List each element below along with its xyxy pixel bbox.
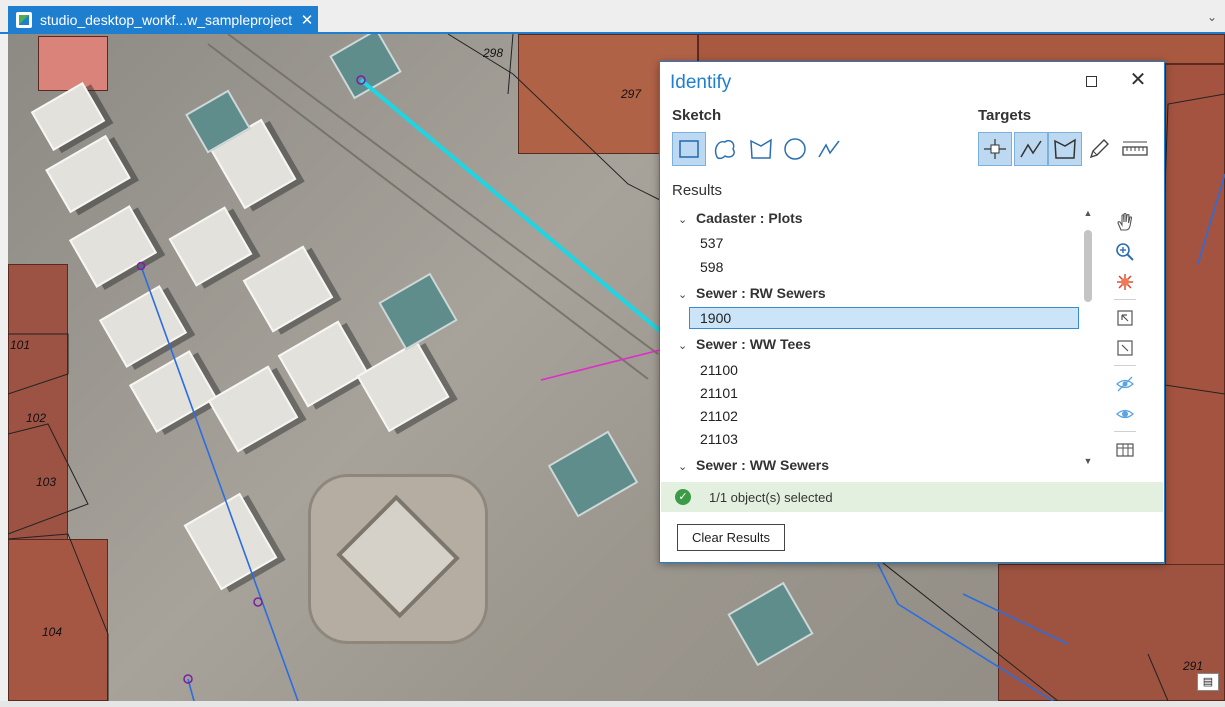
selected-result-row[interactable] bbox=[689, 307, 1079, 329]
result-item[interactable]: 598 bbox=[700, 259, 723, 275]
toolbar-separator bbox=[1114, 299, 1136, 300]
parcel-label: 103 bbox=[36, 475, 57, 489]
tab-map-view[interactable]: studio_desktop_workf...w_sampleproject ✕ bbox=[8, 6, 318, 34]
sketch-label: Sketch bbox=[672, 107, 722, 124]
group-title: Sewer : WW Tees bbox=[696, 336, 811, 352]
results-group-header[interactable]: ⌄ Sewer : WW Sewers bbox=[678, 457, 829, 472]
tab-close-button[interactable]: ✕ bbox=[296, 11, 318, 29]
line-target-icon bbox=[1020, 140, 1042, 158]
show-button[interactable] bbox=[1110, 401, 1140, 427]
parcel-label: 298 bbox=[483, 46, 504, 60]
results-group-header[interactable]: ⌄ Sewer : RW Sewers bbox=[678, 285, 826, 301]
select-icon bbox=[1117, 310, 1133, 326]
target-dimension-button[interactable] bbox=[1118, 132, 1152, 166]
circle-sketch-button[interactable] bbox=[778, 132, 812, 166]
identify-pane: Identify ✕ Sketch Targets Results ⌄ Cadas… bbox=[659, 61, 1165, 563]
flash-icon bbox=[1117, 274, 1133, 290]
parcel-label: 102 bbox=[26, 411, 47, 425]
group-title: Sewer : RW Sewers bbox=[696, 285, 826, 301]
attribute-table-icon bbox=[1116, 443, 1134, 457]
selection-status: ✓ 1/1 object(s) selected bbox=[661, 482, 1163, 512]
lasso-sketch-button[interactable] bbox=[708, 132, 742, 166]
flash-button[interactable] bbox=[1110, 269, 1140, 295]
result-item[interactable]: 21103 bbox=[700, 431, 738, 447]
selection-status-text: 1/1 object(s) selected bbox=[709, 489, 833, 505]
maximize-icon[interactable] bbox=[1080, 70, 1102, 92]
pan-to-button[interactable] bbox=[1110, 209, 1140, 235]
zoom-to-button[interactable] bbox=[1110, 239, 1140, 265]
results-group-header[interactable]: ⌄ Cadaster : Plots bbox=[678, 210, 803, 226]
parcel-label: 101 bbox=[10, 338, 31, 352]
annotation-pen-icon bbox=[1089, 139, 1109, 159]
selected-sewer-line bbox=[359, 78, 662, 333]
target-annotation-button[interactable] bbox=[1082, 132, 1116, 166]
results-scrollbar[interactable]: ▲ ▼ bbox=[1081, 208, 1095, 470]
close-button[interactable]: ✕ bbox=[1126, 68, 1150, 92]
result-item-selected[interactable]: 1900 bbox=[700, 310, 731, 326]
polygon-target-icon bbox=[1054, 138, 1076, 159]
scroll-thumb[interactable] bbox=[1084, 230, 1092, 302]
tab-menu-icon[interactable]: ⌄ bbox=[1207, 10, 1217, 24]
chevron-down-icon[interactable]: ⌄ bbox=[678, 288, 696, 301]
targets-label: Targets bbox=[978, 107, 1032, 124]
freehand-line-icon bbox=[818, 140, 840, 158]
parcel-label: 291 bbox=[1183, 659, 1204, 673]
group-title: Cadaster : Plots bbox=[696, 210, 803, 226]
parcel-label: 104 bbox=[42, 625, 63, 639]
result-item[interactable]: 21100 bbox=[700, 362, 738, 378]
result-item[interactable]: 537 bbox=[700, 235, 723, 251]
chevron-down-icon[interactable]: ⌄ bbox=[678, 460, 696, 472]
line-sketch-button[interactable] bbox=[812, 132, 846, 166]
check-circle-icon: ✓ bbox=[675, 489, 691, 505]
result-item[interactable]: 21101 bbox=[700, 385, 738, 401]
eye-icon bbox=[1116, 409, 1134, 419]
identify-title: Identify bbox=[670, 72, 732, 93]
group-title: Sewer : WW Sewers bbox=[696, 457, 830, 472]
lasso-icon bbox=[714, 139, 735, 160]
scroll-down-icon[interactable]: ▼ bbox=[1081, 456, 1095, 468]
toolbar-separator bbox=[1114, 431, 1136, 432]
clear-results-button[interactable]: Clear Results bbox=[677, 524, 785, 551]
unselect-button[interactable] bbox=[1110, 335, 1140, 361]
point-target-icon bbox=[984, 139, 1006, 159]
results-tree: ⌄ Cadaster : Plots 537 598 ⌄ Sewer : RW Se… bbox=[672, 204, 1087, 472]
circle-icon bbox=[784, 138, 806, 160]
polygon-icon bbox=[750, 138, 772, 159]
scroll-up-icon[interactable]: ▲ bbox=[1081, 208, 1095, 220]
chevron-down-icon[interactable]: ⌄ bbox=[678, 213, 696, 226]
rectangle-icon bbox=[679, 140, 699, 158]
polygon-sketch-button[interactable] bbox=[744, 132, 778, 166]
tab-title: studio_desktop_workf...w_sampleproject bbox=[40, 12, 293, 28]
select-button[interactable] bbox=[1110, 305, 1140, 331]
map-icon bbox=[16, 12, 32, 28]
tab-strip: studio_desktop_workf...w_sampleproject ✕… bbox=[0, 0, 1225, 34]
pan-hand-icon bbox=[1117, 212, 1133, 231]
target-polygons-button[interactable] bbox=[1048, 132, 1082, 166]
map-status-bar bbox=[0, 701, 1225, 707]
zoom-in-icon bbox=[1116, 243, 1134, 261]
parcel-label: 297 bbox=[621, 87, 642, 101]
eye-hidden-icon bbox=[1116, 376, 1134, 392]
results-group-header[interactable]: ⌄ Sewer : WW Tees bbox=[678, 336, 811, 352]
results-label: Results bbox=[672, 182, 723, 199]
unselect-icon bbox=[1117, 340, 1133, 356]
dimension-ruler-icon bbox=[1122, 141, 1148, 156]
result-item[interactable]: 21102 bbox=[700, 408, 738, 424]
hide-button[interactable] bbox=[1110, 371, 1140, 397]
toolbar-separator bbox=[1114, 365, 1136, 366]
target-lines-button[interactable] bbox=[1014, 132, 1048, 166]
rectangle-sketch-button[interactable] bbox=[672, 132, 706, 166]
chevron-down-icon[interactable]: ⌄ bbox=[678, 339, 696, 352]
target-points-button[interactable] bbox=[978, 132, 1012, 166]
open-table-button[interactable] bbox=[1110, 437, 1140, 463]
map-table-icon[interactable]: ▤ bbox=[1197, 673, 1219, 691]
